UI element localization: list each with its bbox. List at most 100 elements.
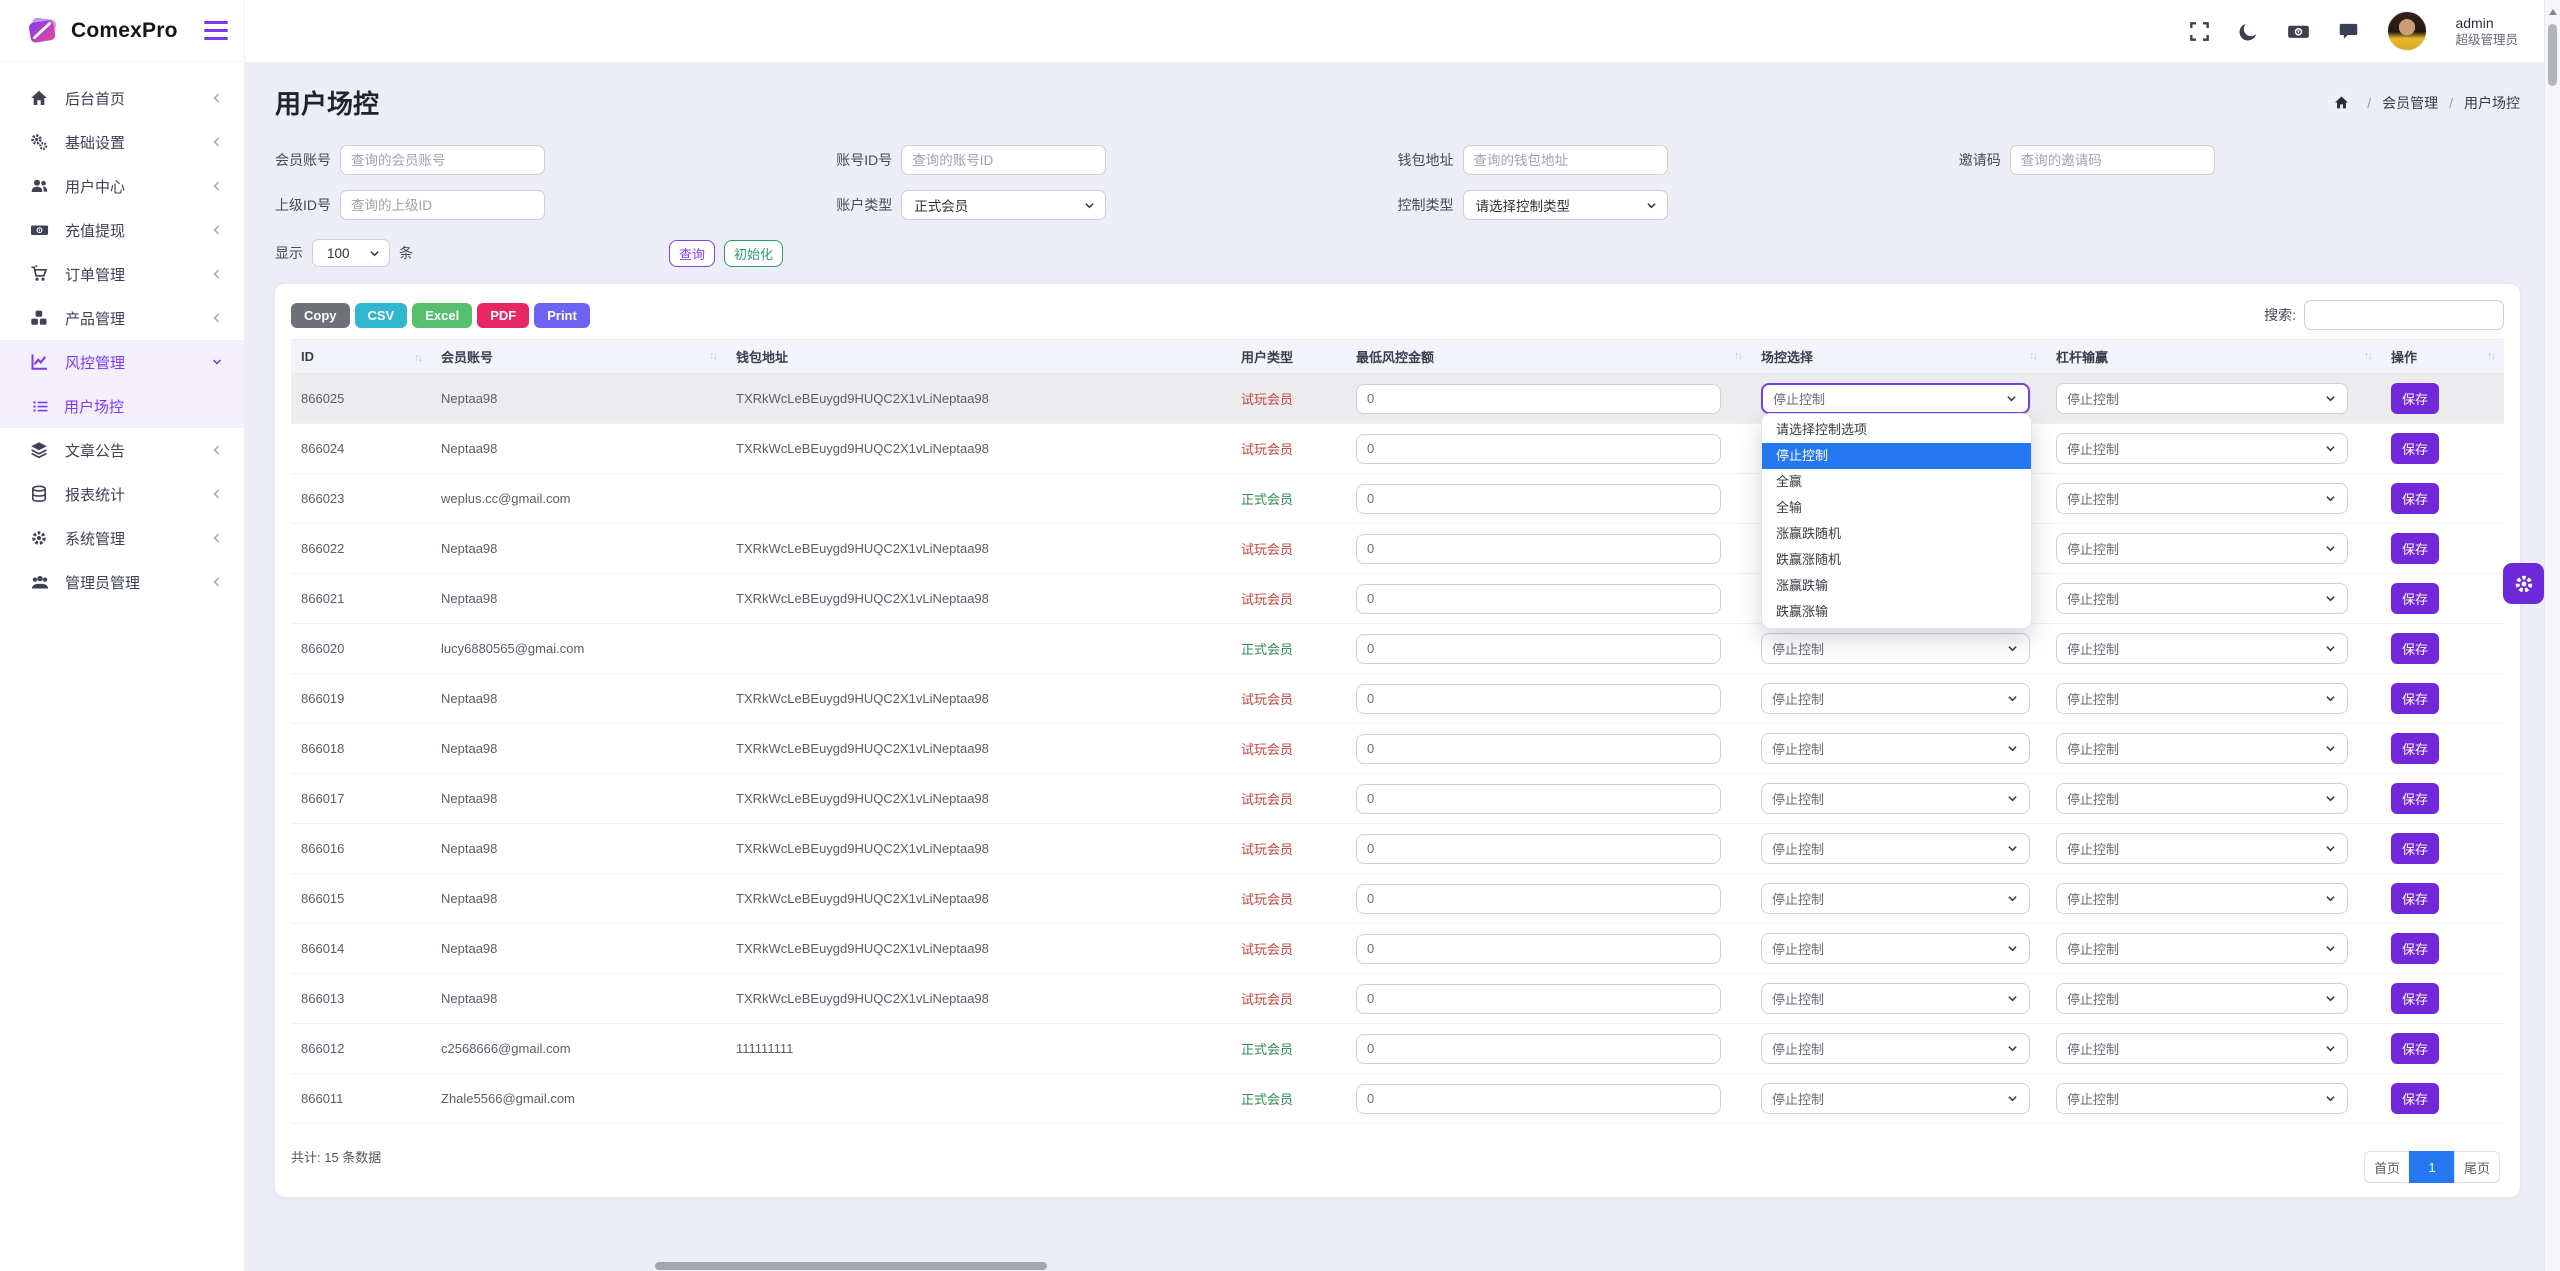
save-button[interactable]: 保存 bbox=[2391, 483, 2440, 514]
dropdown-option[interactable]: 涨赢跌随机 bbox=[1762, 521, 2031, 547]
sidebar-item-cart[interactable]: 订单管理 bbox=[0, 252, 244, 296]
leverage-select[interactable]: 停止控制 bbox=[2056, 483, 2348, 514]
dropdown-option[interactable]: 跌赢涨输 bbox=[1762, 599, 2031, 625]
leverage-select[interactable]: 停止控制 bbox=[2056, 1033, 2348, 1064]
account-id-input[interactable] bbox=[901, 145, 1107, 175]
column-header[interactable]: ID ↑↓ bbox=[291, 339, 431, 374]
control-select[interactable]: 停止控制 bbox=[1761, 883, 2030, 914]
leverage-select[interactable]: 停止控制 bbox=[2056, 783, 2348, 814]
control-type-select[interactable]: 请选择控制类型 bbox=[1462, 190, 1668, 220]
sort-arrows-icon[interactable]: ↑↓ bbox=[2029, 350, 2038, 362]
sidebar-item-coins[interactable]: 报表统计 bbox=[0, 472, 244, 516]
min-risk-input[interactable] bbox=[1356, 783, 1721, 814]
sidebar-item-home[interactable]: 后台首页 bbox=[0, 76, 244, 120]
save-button[interactable]: 保存 bbox=[2391, 633, 2440, 664]
control-select[interactable]: 停止控制 bbox=[1761, 783, 2030, 814]
sidebar-item-users[interactable]: 用户中心 bbox=[0, 164, 244, 208]
fullscreen-icon[interactable] bbox=[2189, 21, 2210, 42]
save-button[interactable]: 保存 bbox=[2391, 533, 2440, 564]
table-search-input[interactable] bbox=[2304, 300, 2504, 330]
min-risk-input[interactable] bbox=[1356, 533, 1721, 564]
save-button[interactable]: 保存 bbox=[2391, 683, 2440, 714]
breadcrumb-item-member-mgmt[interactable]: 会员管理 bbox=[2382, 93, 2438, 113]
leverage-select[interactable]: 停止控制 bbox=[2056, 983, 2348, 1014]
sort-arrows-icon[interactable]: ↑↓ bbox=[414, 352, 423, 364]
leverage-select[interactable]: 停止控制 bbox=[2056, 383, 2348, 414]
export-excel-button[interactable]: Excel bbox=[412, 302, 473, 328]
page-size-select[interactable]: 100 bbox=[312, 239, 390, 267]
column-header[interactable]: 最低风控金额 ↑↓ bbox=[1346, 339, 1751, 374]
sort-arrows-icon[interactable]: ↑↓ bbox=[2487, 350, 2496, 362]
avatar[interactable] bbox=[2387, 11, 2428, 51]
min-risk-input[interactable] bbox=[1356, 983, 1721, 1014]
control-select[interactable]: 停止控制 bbox=[1761, 733, 2030, 764]
min-risk-input[interactable] bbox=[1356, 633, 1721, 664]
page-button[interactable]: 尾页 bbox=[2454, 1151, 2500, 1183]
min-risk-input[interactable] bbox=[1356, 833, 1721, 864]
export-csv-button[interactable]: CSV bbox=[354, 302, 408, 328]
user-block[interactable]: admin 超级管理员 bbox=[2455, 14, 2518, 48]
dropdown-option[interactable]: 跌赢涨随机 bbox=[1762, 547, 2031, 573]
leverage-select[interactable]: 停止控制 bbox=[2056, 683, 2348, 714]
chat-icon[interactable] bbox=[2338, 21, 2359, 42]
leverage-select[interactable]: 停止控制 bbox=[2056, 933, 2348, 964]
save-button[interactable]: 保存 bbox=[2391, 1083, 2440, 1114]
parent-id-input[interactable] bbox=[340, 190, 545, 220]
export-print-button[interactable]: Print bbox=[534, 302, 590, 328]
horizontal-scrollbar-thumb[interactable] bbox=[655, 1262, 1047, 1270]
save-button[interactable]: 保存 bbox=[2391, 1033, 2440, 1064]
sidebar-subitem-list[interactable]: 用户场控 bbox=[0, 384, 244, 428]
save-button[interactable]: 保存 bbox=[2391, 783, 2440, 814]
save-button[interactable]: 保存 bbox=[2391, 983, 2440, 1014]
export-copy-button[interactable]: Copy bbox=[291, 302, 350, 328]
leverage-select[interactable]: 停止控制 bbox=[2056, 633, 2348, 664]
dropdown-option[interactable]: 停止控制 bbox=[1762, 443, 2031, 469]
member-account-input[interactable] bbox=[340, 145, 545, 175]
page-button-current[interactable]: 1 bbox=[2409, 1151, 2455, 1183]
dropdown-option[interactable]: 全输 bbox=[1762, 495, 2031, 521]
control-select[interactable]: 停止控制 bbox=[1761, 1033, 2030, 1064]
leverage-select[interactable]: 停止控制 bbox=[2056, 883, 2348, 914]
dark-mode-icon[interactable] bbox=[2238, 21, 2259, 42]
min-risk-input[interactable] bbox=[1356, 383, 1721, 414]
dropdown-option[interactable]: 请选择控制选项 bbox=[1762, 417, 2031, 443]
save-button[interactable]: 保存 bbox=[2391, 833, 2440, 864]
control-select[interactable]: 停止控制 请选择控制选项 停止控制 全赢 全输 涨赢跌随机 跌赢涨随机 涨赢跌输 跌赢涨输 bbox=[1761, 383, 2032, 629]
query-button[interactable]: 查询 bbox=[669, 239, 716, 267]
dropdown-option[interactable]: 全赢 bbox=[1762, 469, 2031, 495]
save-button[interactable]: 保存 bbox=[2391, 733, 2440, 764]
save-button[interactable]: 保存 bbox=[2391, 383, 2440, 414]
leverage-select[interactable]: 停止控制 bbox=[2056, 583, 2348, 614]
dropdown-option[interactable]: 涨赢跌输 bbox=[1762, 573, 2031, 599]
cashier-icon[interactable] bbox=[2287, 21, 2310, 42]
control-select[interactable]: 停止控制 bbox=[1761, 683, 2030, 714]
sidebar-item-gear[interactable]: 系统管理 bbox=[0, 516, 244, 560]
sidebar-item-group[interactable]: 管理员管理 bbox=[0, 560, 244, 604]
min-risk-input[interactable] bbox=[1356, 1083, 1721, 1114]
save-button[interactable]: 保存 bbox=[2391, 883, 2440, 914]
save-button[interactable]: 保存 bbox=[2391, 933, 2440, 964]
min-risk-input[interactable] bbox=[1356, 433, 1721, 464]
settings-fab[interactable] bbox=[2503, 563, 2544, 604]
min-risk-input[interactable] bbox=[1356, 483, 1721, 514]
breadcrumb-home-icon[interactable] bbox=[2326, 87, 2357, 118]
reset-button[interactable]: 初始化 bbox=[724, 239, 784, 267]
wallet-address-input[interactable] bbox=[1462, 145, 1668, 175]
control-select[interactable]: 停止控制 bbox=[1761, 833, 2030, 864]
control-select[interactable]: 停止控制 bbox=[1761, 983, 2030, 1014]
sidebar-item-layers[interactable]: 文章公告 bbox=[0, 428, 244, 472]
scroll-up-arrow[interactable] bbox=[2549, 9, 2557, 15]
invite-code-input[interactable] bbox=[2009, 145, 2215, 175]
min-risk-input[interactable] bbox=[1356, 933, 1721, 964]
vertical-scrollbar-thumb[interactable] bbox=[2548, 24, 2557, 86]
min-risk-input[interactable] bbox=[1356, 583, 1721, 614]
sidebar-item-gears[interactable]: 基础设置 bbox=[0, 120, 244, 164]
sidebar-item-chart[interactable]: 风控管理 bbox=[0, 340, 244, 384]
page-button[interactable]: 首页 bbox=[2364, 1151, 2410, 1183]
sort-arrows-icon[interactable]: ↑↓ bbox=[2364, 350, 2373, 362]
leverage-select[interactable]: 停止控制 bbox=[2056, 733, 2348, 764]
min-risk-input[interactable] bbox=[1356, 733, 1721, 764]
column-header[interactable]: 场控选择 ↑↓ bbox=[1751, 339, 2046, 374]
sidebar-item-boxes[interactable]: 产品管理 bbox=[0, 296, 244, 340]
leverage-select[interactable]: 停止控制 bbox=[2056, 433, 2348, 464]
